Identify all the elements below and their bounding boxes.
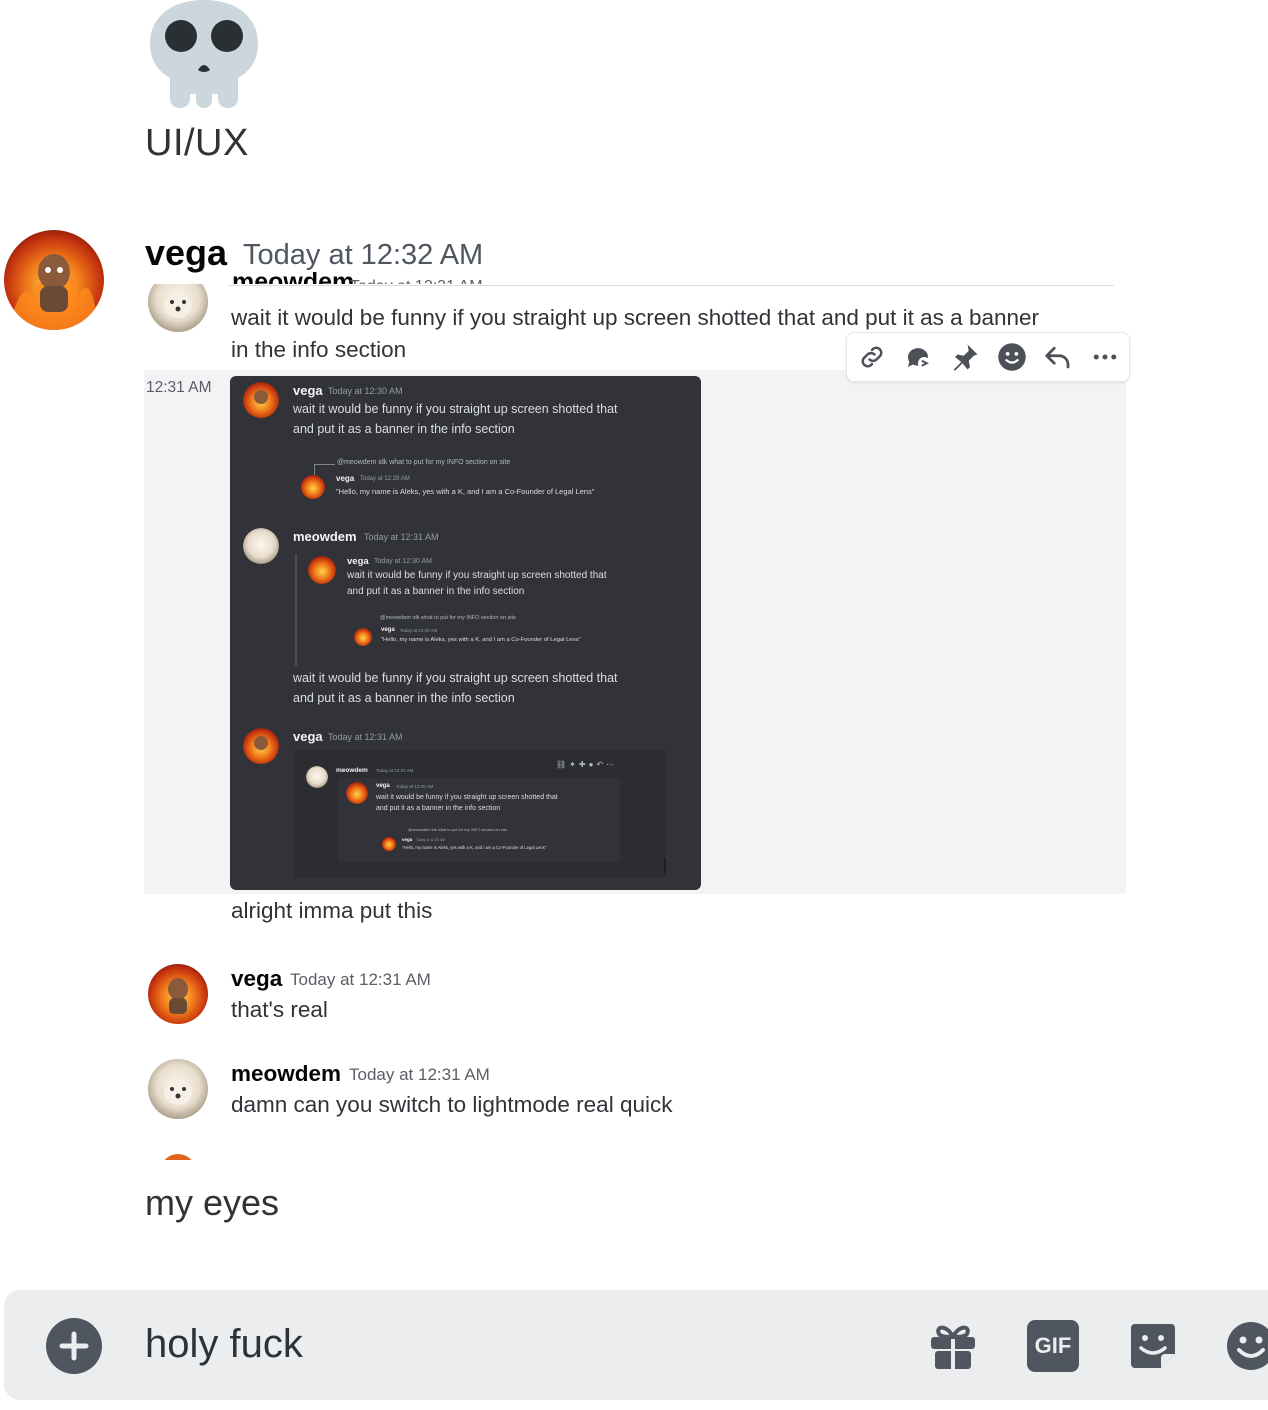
dark-text: wait it would be funny if you straight u…: [293, 402, 618, 416]
more-icon[interactable]: [1090, 342, 1120, 372]
dark-text: and put it as a banner in the info secti…: [347, 586, 525, 597]
avatar[interactable]: [148, 964, 208, 1024]
dark-timestamp: Today at 12:29 AM: [400, 628, 438, 633]
avatar: [160, 1154, 196, 1160]
channel-title: UI/UX: [145, 122, 249, 164]
avatar: [301, 475, 325, 499]
dark-timestamp: Today at 12:29 AM: [360, 476, 410, 482]
dark-text: and put it as a banner in the info secti…: [293, 422, 515, 436]
dark-author: vega: [293, 383, 323, 398]
avatar[interactable]: [148, 1059, 208, 1119]
dark-text: and put it as a banner in the info secti…: [376, 805, 501, 812]
avatar: [306, 766, 328, 788]
dark-text: wait it would be funny if you straight u…: [293, 671, 618, 685]
avatar[interactable]: [4, 230, 104, 330]
message-timestamp: Today at 12:31 AM: [349, 1065, 490, 1084]
reply-icon[interactable]: [1043, 342, 1073, 372]
avatar: [243, 528, 279, 564]
avatar: [243, 382, 279, 418]
plus-icon: [59, 1331, 89, 1361]
dark-author: vega: [376, 783, 390, 789]
link-icon[interactable]: [857, 342, 887, 372]
dark-timestamp: Today at 12:31 AM: [364, 532, 439, 542]
dark-text: "Hello, my name is Aleks, yes with a K, …: [402, 845, 547, 850]
message-input[interactable]: holy fuck: [145, 1322, 303, 1367]
dark-author: vega: [347, 556, 369, 567]
message-author[interactable]: vega: [231, 966, 282, 992]
reply-reference: @meowdem idk what to put for my INFO sec…: [337, 459, 511, 466]
sticker-icon[interactable]: [1127, 1320, 1179, 1372]
dark-author: vega: [402, 837, 413, 842]
dark-timestamp: Today at 12:30 AM: [328, 386, 403, 396]
dark-timestamp: Today at 12:29 AM: [416, 838, 445, 842]
dark-screenshot[interactable]: vega Today at 12:30 AM wait it would be …: [230, 376, 701, 890]
avatar: [308, 556, 336, 584]
dark-text: and put it as a banner in the info secti…: [293, 691, 515, 705]
message-text: my eyes: [145, 1182, 280, 1223]
message-timestamp: Today at 12:32 AM: [243, 239, 484, 271]
dark-text: "Hello, my name is Aleks, yes with a K, …: [381, 637, 581, 643]
message-author[interactable]: meowdem: [231, 1061, 341, 1087]
avatar: [382, 837, 396, 851]
avatar: [354, 628, 372, 646]
message-text: that's real: [231, 997, 328, 1022]
reply-reference: @meowdem idk what to put for my INFO sec…: [408, 827, 507, 832]
message-toolbar: [846, 332, 1130, 382]
dark-text: wait it would be funny if you straight u…: [347, 570, 607, 581]
avatar: [346, 782, 368, 804]
emoji-icon[interactable]: [1225, 1320, 1268, 1372]
message-text: alright imma put this: [231, 898, 433, 923]
dark-timestamp: Today at 12:31 AM: [328, 732, 403, 742]
message-timestamp: Today at 12:31 AM: [290, 970, 431, 989]
message-text: damn can you switch to lightmode real qu…: [231, 1092, 673, 1117]
dark-author: vega: [381, 627, 395, 633]
thread-icon[interactable]: [903, 342, 933, 372]
gift-icon[interactable]: [927, 1320, 979, 1372]
skull-icon: [150, 0, 258, 108]
message-author[interactable]: vega: [145, 232, 227, 274]
dark-timestamp: Today at 12:31 AM: [376, 768, 414, 773]
mini-toolbar-icons: ⛓✦✚●↶⋯: [556, 760, 618, 769]
dark-timestamp: Today at 12:30 AM: [396, 784, 434, 789]
emoji-icon[interactable]: [997, 342, 1027, 372]
dark-author: vega: [293, 729, 323, 744]
message-text-cont: in the info section: [231, 337, 407, 362]
avatar: [148, 284, 208, 332]
avatar: [243, 728, 279, 764]
message-text: wait it would be funny if you straight u…: [231, 305, 1040, 330]
reply-reference: @meowdem idk what to put for my INFO sec…: [380, 615, 517, 621]
dark-author: meowdem: [293, 529, 357, 544]
dark-author: meowdem: [336, 767, 368, 774]
dark-timestamp: Today at 12:30 AM: [374, 558, 432, 565]
dark-author: vega: [336, 474, 355, 483]
dark-text: "Hello, my name is Aleks, yes with a K, …: [336, 487, 595, 496]
side-timestamp: 12:31 AM: [146, 379, 212, 396]
gif-label: GIF: [1034, 1333, 1072, 1358]
pin-icon[interactable]: [950, 342, 980, 372]
gif-button[interactable]: GIF: [1027, 1320, 1079, 1372]
upload-button[interactable]: [46, 1318, 102, 1374]
dark-text: wait it would be funny if you straight u…: [376, 794, 558, 801]
